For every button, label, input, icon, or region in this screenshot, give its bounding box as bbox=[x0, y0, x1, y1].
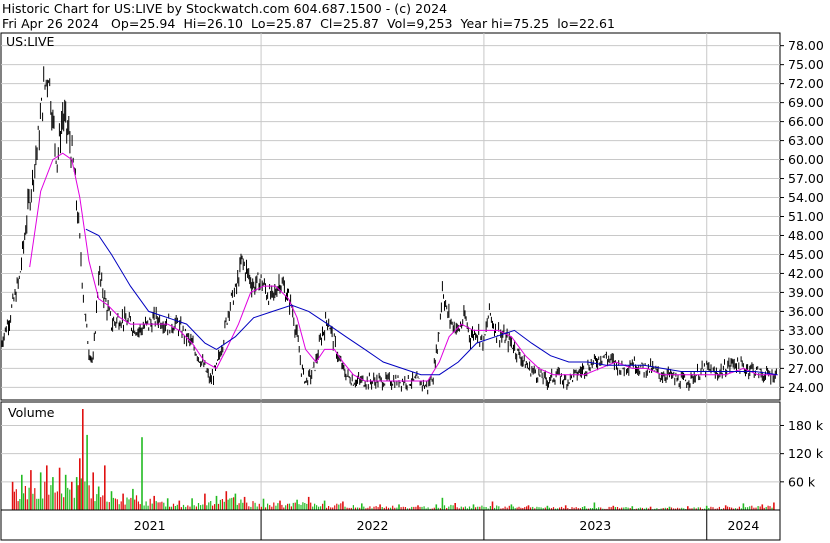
price-tick-label: 72.00 bbox=[788, 76, 824, 91]
chart-page: Historic Chart for US:LIVE by Stockwatch… bbox=[0, 0, 830, 543]
price-tick-label: 36.00 bbox=[788, 304, 824, 319]
year-label: 2024 bbox=[727, 518, 759, 533]
price-tick-label: 63.00 bbox=[788, 133, 824, 148]
year-label: 2021 bbox=[134, 518, 166, 533]
price-tick-label: 48.00 bbox=[788, 228, 824, 243]
volume-tick-label: 180 k bbox=[788, 418, 824, 433]
price-tick-label: 51.00 bbox=[788, 209, 824, 224]
price-tick-label: 57.00 bbox=[788, 171, 824, 186]
volume-panel-label: Volume bbox=[8, 405, 55, 420]
price-tick-label: 39.00 bbox=[788, 285, 824, 300]
price-tick-label: 27.00 bbox=[788, 361, 824, 376]
price-tick-label: 54.00 bbox=[788, 190, 824, 205]
price-tick-label: 69.00 bbox=[788, 95, 824, 110]
price-panel-label: US:LIVE bbox=[6, 34, 54, 49]
volume-tick-label: 120 k bbox=[788, 446, 824, 461]
price-tick-label: 42.00 bbox=[788, 266, 824, 281]
price-tick-label: 78.00 bbox=[788, 38, 824, 53]
price-tick-label: 60.00 bbox=[788, 152, 824, 167]
price-tick-label: 33.00 bbox=[788, 323, 824, 338]
price-tick-label: 30.00 bbox=[788, 342, 824, 357]
price-tick-label: 75.00 bbox=[788, 57, 824, 72]
volume-panel-frame bbox=[0, 401, 781, 511]
price-tick-label: 45.00 bbox=[788, 247, 824, 262]
price-axis: 78.00 75.00 72.00 69.00 66.00 63.00 60.00 57.00… bbox=[780, 38, 824, 395]
year-label: 2023 bbox=[579, 518, 611, 533]
price-tick-label: 66.00 bbox=[788, 114, 824, 129]
price-volume-chart: US:LIVE 78.00 75.00 72.00 69.00 66.00 63.00 60… bbox=[0, 32, 824, 541]
price-tick-label: 24.00 bbox=[788, 380, 824, 395]
volume-tick-label: 60 k bbox=[788, 474, 816, 489]
year-label: 2022 bbox=[357, 518, 389, 533]
volume-axis: 180 k 120 k 60 k bbox=[780, 418, 824, 489]
time-axis-frame bbox=[0, 509, 781, 541]
